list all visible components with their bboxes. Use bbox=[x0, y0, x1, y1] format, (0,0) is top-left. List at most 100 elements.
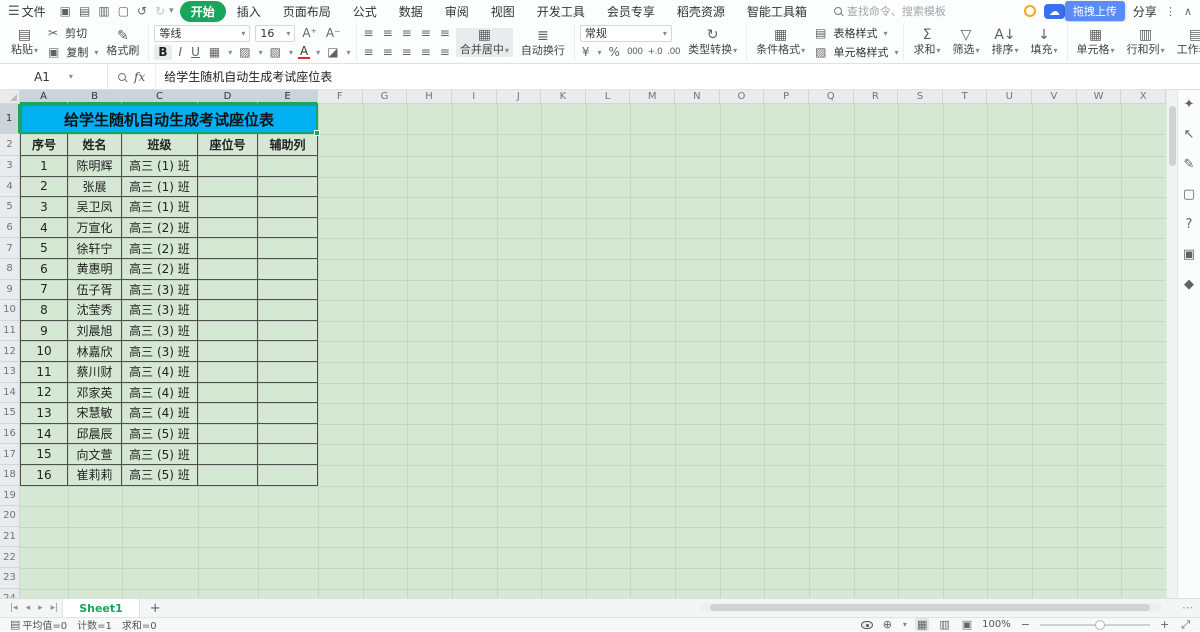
row-header-20[interactable]: 20 bbox=[0, 506, 20, 527]
grid-cell[interactable]: 高三 (2) 班 bbox=[122, 238, 198, 259]
page-layout-view-icon[interactable]: ▥ bbox=[937, 618, 951, 631]
column-header-T[interactable]: T bbox=[943, 90, 988, 104]
table-header-cell[interactable]: 姓名 bbox=[68, 134, 122, 156]
grid-cell[interactable]: 宋慧敏 bbox=[68, 403, 122, 424]
grid-cell[interactable]: 8 bbox=[20, 300, 68, 321]
worksheet-button[interactable]: ▤ 工作表▾ bbox=[1173, 28, 1200, 57]
grid-cell[interactable]: 林嘉欣 bbox=[68, 341, 122, 362]
fill-color-icon[interactable]: ▨ bbox=[237, 45, 252, 60]
print-icon[interactable]: ▥ bbox=[98, 4, 109, 18]
row-header-22[interactable]: 22 bbox=[0, 547, 20, 568]
menu-tab-8[interactable]: 会员专享 bbox=[596, 1, 666, 22]
merge-center-button[interactable]: ▦ 合并居中▾ bbox=[456, 28, 513, 57]
row-header-18[interactable]: 18 bbox=[0, 465, 20, 486]
horizontal-scrollbar-thumb[interactable] bbox=[710, 604, 1150, 611]
copy-button[interactable]: ▣ 复制▾ bbox=[46, 44, 98, 61]
grid-cell[interactable] bbox=[198, 259, 258, 280]
grid-cell[interactable]: 高三 (2) 班 bbox=[122, 218, 198, 239]
file-menu[interactable]: 文件 bbox=[22, 3, 46, 20]
distributed-icon[interactable]: ≡ bbox=[438, 45, 452, 60]
row-header-23[interactable]: 23 bbox=[0, 568, 20, 589]
grid-cell[interactable] bbox=[258, 383, 318, 404]
page-break-view-icon[interactable]: ▣ bbox=[960, 618, 974, 631]
highlight-color-icon[interactable]: ▧ bbox=[268, 45, 283, 60]
menu-tab-home[interactable]: 开始 bbox=[180, 1, 226, 22]
selection-target-icon[interactable]: ⊕ bbox=[881, 618, 894, 631]
sort-button[interactable]: A↓ 排序▾ bbox=[988, 28, 1023, 57]
decrease-decimal-button[interactable]: .00 bbox=[667, 47, 680, 57]
grid-cell[interactable] bbox=[198, 362, 258, 383]
grid-cell[interactable] bbox=[198, 280, 258, 301]
fullscreen-icon[interactable]: ⤢ bbox=[1179, 618, 1192, 632]
menu-tab-7[interactable]: 开发工具 bbox=[526, 1, 596, 22]
pen-icon[interactable]: ✎ bbox=[1184, 158, 1195, 172]
number-format-select[interactable]: 常规▾ bbox=[580, 25, 672, 42]
menu-tab-6[interactable]: 视图 bbox=[480, 1, 526, 22]
collapse-ribbon-icon[interactable]: ∧ bbox=[1184, 5, 1192, 18]
grid-cell[interactable] bbox=[258, 465, 318, 486]
row-header-16[interactable]: 16 bbox=[0, 424, 20, 445]
row-header-8[interactable]: 8 bbox=[0, 259, 20, 280]
currency-button[interactable]: ¥ bbox=[580, 45, 592, 60]
grid-cell[interactable] bbox=[258, 321, 318, 342]
zoom-slider-knob[interactable] bbox=[1095, 620, 1105, 630]
underline-button[interactable]: U bbox=[189, 45, 202, 60]
menu-tab-3[interactable]: 公式 bbox=[342, 1, 388, 22]
grid-cell[interactable]: 伍子胥 bbox=[68, 280, 122, 301]
row-header-4[interactable]: 4 bbox=[0, 177, 20, 198]
prev-sheet-icon[interactable]: ◂ bbox=[26, 603, 31, 613]
column-header-A[interactable]: A bbox=[20, 90, 68, 104]
column-header-D[interactable]: D bbox=[198, 90, 258, 104]
grid-cell[interactable] bbox=[258, 444, 318, 465]
grid-cell[interactable] bbox=[198, 321, 258, 342]
status-clipboard-icon[interactable]: ▤ bbox=[8, 618, 22, 631]
grid-cell[interactable] bbox=[258, 424, 318, 445]
table-header-cell[interactable]: 序号 bbox=[20, 134, 68, 156]
increase-font-icon[interactable]: A⁺ bbox=[300, 26, 319, 41]
column-header-W[interactable]: W bbox=[1077, 90, 1122, 104]
image-icon[interactable]: ▣ bbox=[1183, 248, 1195, 262]
row-header-9[interactable]: 9 bbox=[0, 280, 20, 301]
grid-cell[interactable] bbox=[258, 341, 318, 362]
grid-cell[interactable]: 10 bbox=[20, 341, 68, 362]
grid-cell[interactable] bbox=[258, 403, 318, 424]
table-style-button[interactable]: ▤ 表格样式▾ bbox=[813, 25, 898, 42]
column-header-B[interactable]: B bbox=[68, 90, 122, 104]
grid-cell[interactable]: 高三 (3) 班 bbox=[122, 321, 198, 342]
type-convert-button[interactable]: ↻ 类型转换▾ bbox=[684, 28, 741, 57]
sheet-tab-sheet1[interactable]: Sheet1 bbox=[62, 599, 140, 617]
grid-cell[interactable]: 高三 (4) 班 bbox=[122, 362, 198, 383]
grid-cell[interactable]: 高三 (2) 班 bbox=[122, 259, 198, 280]
last-sheet-icon[interactable]: ▸| bbox=[51, 603, 59, 613]
grid-cell[interactable] bbox=[198, 341, 258, 362]
column-header-U[interactable]: U bbox=[987, 90, 1032, 104]
thousands-button[interactable]: 000 bbox=[627, 47, 643, 57]
grid-cell[interactable]: 15 bbox=[20, 444, 68, 465]
grid-cell[interactable] bbox=[258, 197, 318, 218]
redo-icon[interactable]: ↻ bbox=[155, 4, 165, 18]
column-header-J[interactable]: J bbox=[497, 90, 542, 104]
grid-cell[interactable]: 高三 (5) 班 bbox=[122, 444, 198, 465]
column-header-O[interactable]: O bbox=[720, 90, 765, 104]
row-header-19[interactable]: 19 bbox=[0, 486, 20, 507]
row-header-11[interactable]: 11 bbox=[0, 321, 20, 342]
grid-cell[interactable] bbox=[198, 300, 258, 321]
zoom-formula-icon[interactable] bbox=[118, 73, 126, 81]
menu-tab-4[interactable]: 数据 bbox=[388, 1, 434, 22]
percent-button[interactable]: % bbox=[607, 45, 622, 60]
command-search[interactable]: 查找命令、搜索模板 bbox=[834, 3, 946, 19]
grid-cell[interactable] bbox=[258, 218, 318, 239]
table-header-cell[interactable]: 班级 bbox=[122, 134, 198, 156]
eye-protection-icon[interactable] bbox=[861, 621, 873, 629]
cloud-sync-icon[interactable]: ☁ bbox=[1044, 4, 1065, 19]
align-center-icon[interactable]: ≡ bbox=[381, 45, 395, 60]
zoom-level[interactable]: 100% bbox=[982, 619, 1011, 630]
undo-icon[interactable]: ↺ bbox=[137, 4, 147, 18]
align-left-icon[interactable]: ≡ bbox=[362, 45, 376, 60]
fx-icon[interactable]: fx bbox=[134, 70, 145, 84]
grid-cell[interactable]: 16 bbox=[20, 465, 68, 486]
column-header-R[interactable]: R bbox=[854, 90, 899, 104]
grid-cell[interactable]: 高三 (5) 班 bbox=[122, 424, 198, 445]
grid-cell[interactable]: 2 bbox=[20, 177, 68, 198]
grid-cell[interactable]: 高三 (3) 班 bbox=[122, 280, 198, 301]
